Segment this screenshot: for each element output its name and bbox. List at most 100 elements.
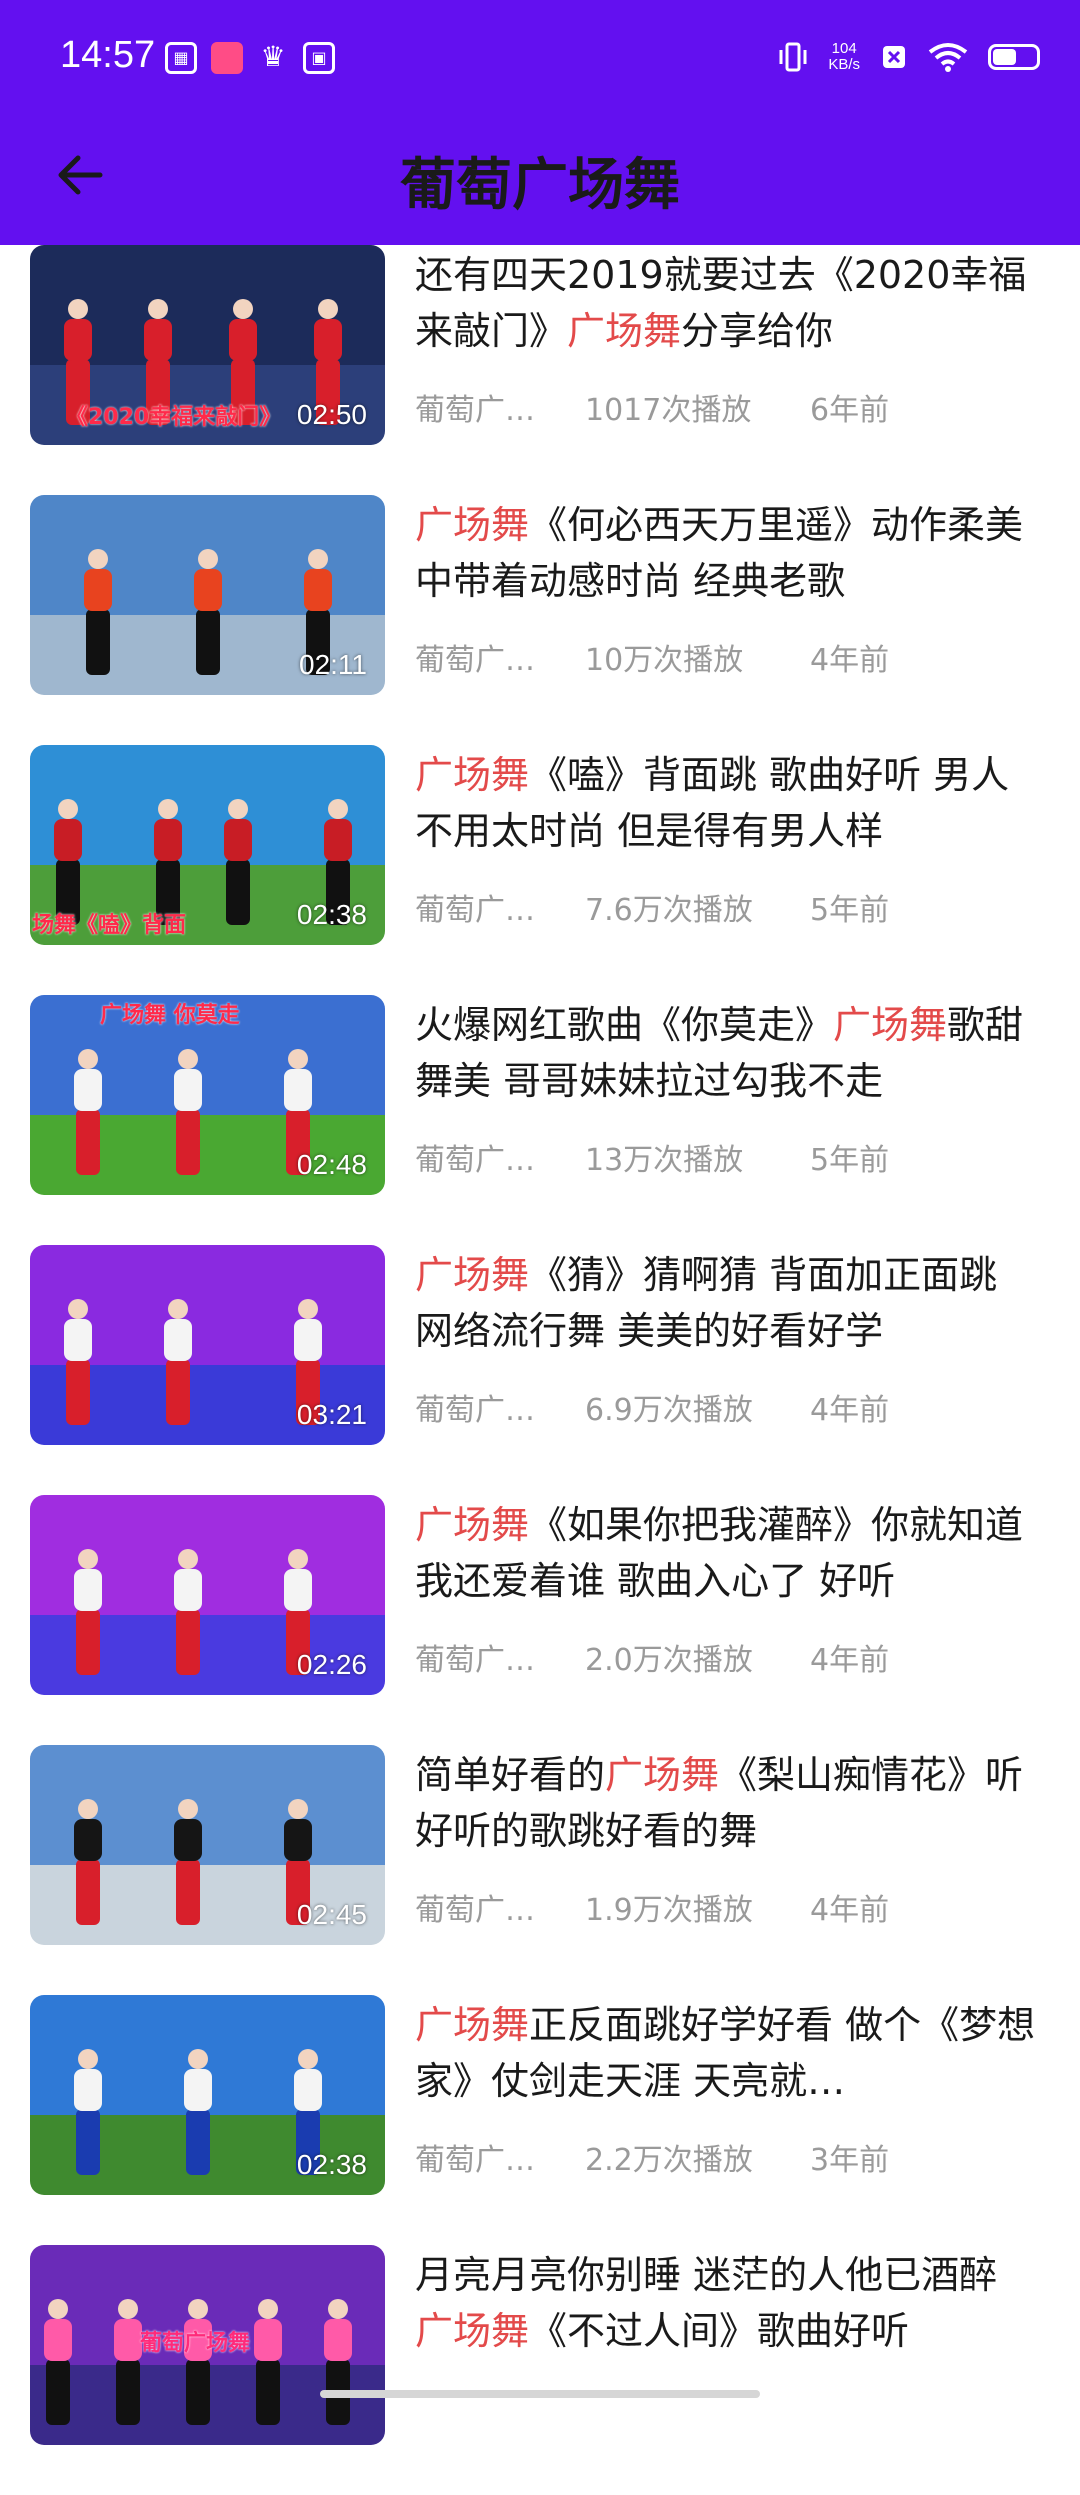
battery-icon bbox=[988, 44, 1040, 70]
dancer-torso bbox=[64, 1319, 92, 1361]
video-title[interactable]: 广场舞《猜》猜啊猜 背面加正面跳 网络流行舞 美美的好看好学 bbox=[415, 1247, 1045, 1359]
video-age: 5年前 bbox=[810, 893, 890, 928]
video-list-item[interactable]: 《2020幸福来敲门》 02:50 还有四天2019就要过去《2020幸福来敲门》广… bbox=[0, 245, 1080, 495]
video-thumbnail[interactable]: 葡萄广场舞 bbox=[30, 2245, 385, 2445]
video-age: 5年前 bbox=[810, 1143, 890, 1178]
video-duration: 02:50 bbox=[296, 399, 367, 430]
video-title[interactable]: 广场舞《嗑》背面跳 歌曲好听 男人不用太时尚 但是得有男人样 bbox=[415, 747, 1045, 859]
dancer-torso bbox=[44, 2319, 72, 2361]
video-title[interactable]: 简单好看的广场舞《梨山痴情花》听好听的歌跳好看的舞 bbox=[415, 1747, 1045, 1859]
video-thumbnail[interactable]: 02:11 bbox=[30, 495, 385, 695]
video-title[interactable]: 广场舞《如果你把我灌醉》你就知道我还爱着谁 歌曲入心了 好听 bbox=[415, 1497, 1045, 1609]
video-age: 6年前 bbox=[810, 393, 890, 428]
dancer-torso bbox=[324, 819, 352, 861]
title-keyword: 广场舞 bbox=[415, 2003, 530, 2047]
video-author: 葡萄广… bbox=[415, 1893, 535, 1928]
video-duration: 03:21 bbox=[296, 1399, 367, 1430]
video-list-item[interactable]: 02:38 广场舞正反面跳好学好看 做个《梦想家》仗剑走天涯 天亮就… 葡萄广… 2.… bbox=[0, 1995, 1080, 2245]
page-title: 葡萄广场舞 bbox=[400, 153, 680, 218]
dancer-head bbox=[78, 1049, 98, 1069]
dancer-head bbox=[188, 2299, 208, 2319]
dancer-torso bbox=[184, 2069, 212, 2111]
video-age: 4年前 bbox=[810, 643, 890, 678]
title-keyword: 广场舞 bbox=[415, 1503, 530, 1547]
dancer-figure bbox=[220, 799, 256, 929]
video-author: 葡萄广… bbox=[415, 1143, 535, 1178]
video-list-item[interactable]: 03:21 广场舞《猜》猜啊猜 背面加正面跳 网络流行舞 美美的好看好学葡萄广… 6… bbox=[0, 1245, 1080, 1495]
video-list-item[interactable]: 广场舞 你莫走 02:48 火爆网红歌曲《你莫走》广场舞歌甜舞美 哥哥妹妹拉过勾我不… bbox=[0, 995, 1080, 1245]
video-play-count: 1017次播放 bbox=[585, 393, 752, 428]
video-thumbnail[interactable]: 02:38 bbox=[30, 1995, 385, 2195]
title-keyword: 广场舞 bbox=[833, 1003, 948, 1047]
video-thumbnail[interactable]: 03:21 bbox=[30, 1245, 385, 1445]
dancer-legs bbox=[186, 2359, 210, 2425]
title-keyword: 广场舞 bbox=[415, 753, 530, 797]
dancer-figure bbox=[70, 2049, 106, 2179]
video-thumbnail[interactable]: 02:45 bbox=[30, 1745, 385, 1945]
dancer-head bbox=[178, 1549, 198, 1569]
no-sim-icon bbox=[883, 46, 905, 68]
video-age: 4年前 bbox=[810, 1893, 890, 1928]
dancer-figure bbox=[60, 1299, 96, 1429]
dancer-figure bbox=[70, 1549, 106, 1679]
wifi-icon bbox=[928, 43, 968, 72]
video-list-item[interactable]: 葡萄广场舞 月亮月亮你别睡 迷茫的人他已酒醉 广场舞《不过人间》歌曲好听 bbox=[0, 2245, 1080, 2495]
dancer-legs bbox=[256, 2359, 280, 2425]
dancer-head bbox=[298, 2049, 318, 2069]
dancer-torso bbox=[144, 319, 172, 361]
top-app-bar: 14:57 ▦ ♛ ▣ 104 KB/s 葡萄广场舞 bbox=[0, 0, 1080, 245]
home-indicator[interactable] bbox=[320, 2390, 760, 2398]
dancer-legs bbox=[166, 1359, 190, 1425]
dancer-torso bbox=[74, 1069, 102, 1111]
dancer-torso bbox=[174, 1569, 202, 1611]
video-list-item[interactable]: 02:26 广场舞《如果你把我灌醉》你就知道我还爱着谁 歌曲入心了 好听 葡萄广… 2… bbox=[0, 1495, 1080, 1745]
video-meta: 葡萄广… 1017次播放 6年前 bbox=[415, 385, 1045, 429]
dancer-head bbox=[308, 549, 328, 569]
video-list-item[interactable]: 02:45 简单好看的广场舞《梨山痴情花》听好听的歌跳好看的舞 葡萄广… 1.9万次播… bbox=[0, 1745, 1080, 1995]
video-thumbnail[interactable]: 场舞《嗑》背面 02:38 bbox=[30, 745, 385, 945]
vibrate-icon bbox=[779, 42, 807, 72]
video-thumbnail[interactable]: 广场舞 你莫走 02:48 bbox=[30, 995, 385, 1195]
dancer-torso bbox=[284, 1069, 312, 1111]
video-list-item[interactable]: 02:11 广场舞《何必西天万里遥》动作柔美中带着动感时尚 经典老歌 葡萄广… 10万… bbox=[0, 495, 1080, 745]
video-title[interactable]: 月亮月亮你别睡 迷茫的人他已酒醉 广场舞《不过人间》歌曲好听 bbox=[415, 2247, 1045, 2359]
dancer-torso bbox=[154, 819, 182, 861]
video-title[interactable]: 广场舞正反面跳好学好看 做个《梦想家》仗剑走天涯 天亮就… bbox=[415, 1997, 1045, 2109]
video-title[interactable]: 火爆网红歌曲《你莫走》广场舞歌甜舞美 哥哥妹妹拉过勾我不走 bbox=[415, 997, 1045, 1109]
dancer-torso bbox=[224, 819, 252, 861]
video-play-count: 6.9万次播放 bbox=[585, 1393, 753, 1428]
dancer-torso bbox=[304, 569, 332, 611]
dancer-legs bbox=[176, 1859, 200, 1925]
dancer-torso bbox=[194, 569, 222, 611]
dancer-figure bbox=[40, 2299, 76, 2429]
video-author: 葡萄广… bbox=[415, 1393, 535, 1428]
dancer-legs bbox=[196, 609, 220, 675]
dancer-head bbox=[288, 1049, 308, 1069]
dancer-torso bbox=[229, 319, 257, 361]
dancer-figure bbox=[160, 1299, 196, 1429]
video-title[interactable]: 还有四天2019就要过去《2020幸福来敲门》广场舞分享给你 bbox=[415, 247, 1045, 359]
video-thumbnail[interactable]: 02:26 bbox=[30, 1495, 385, 1695]
video-age: 3年前 bbox=[810, 2143, 890, 2178]
dancer-figure bbox=[70, 1049, 106, 1179]
dancer-head bbox=[188, 2049, 208, 2069]
status-time: 14:57 bbox=[60, 34, 156, 76]
video-thumbnail[interactable]: 《2020幸福来敲门》 02:50 bbox=[30, 245, 385, 445]
dancer-figure bbox=[170, 1549, 206, 1679]
status-bar: 14:57 ▦ ♛ ▣ 104 KB/s bbox=[0, 0, 1080, 120]
dancer-head bbox=[178, 1799, 198, 1819]
crown-icon: ♛ bbox=[260, 40, 286, 73]
video-author: 葡萄广… bbox=[415, 2143, 535, 2178]
dancer-head bbox=[288, 1549, 308, 1569]
dancer-legs bbox=[76, 1109, 100, 1175]
dancer-figure bbox=[170, 1049, 206, 1179]
title-keyword: 广场舞 bbox=[605, 1753, 720, 1797]
dancer-torso bbox=[314, 319, 342, 361]
dancer-torso bbox=[54, 819, 82, 861]
dancer-head bbox=[78, 2049, 98, 2069]
title-keyword: 广场舞 bbox=[415, 1253, 530, 1297]
video-list-item[interactable]: 场舞《嗑》背面 02:38 广场舞《嗑》背面跳 歌曲好听 男人不用太时尚 但是得有男… bbox=[0, 745, 1080, 995]
thumbnail-caption: 场舞《嗑》背面 bbox=[32, 913, 187, 938]
video-title[interactable]: 广场舞《何必西天万里遥》动作柔美中带着动感时尚 经典老歌 bbox=[415, 497, 1045, 609]
video-duration: 02:26 bbox=[296, 1649, 367, 1680]
